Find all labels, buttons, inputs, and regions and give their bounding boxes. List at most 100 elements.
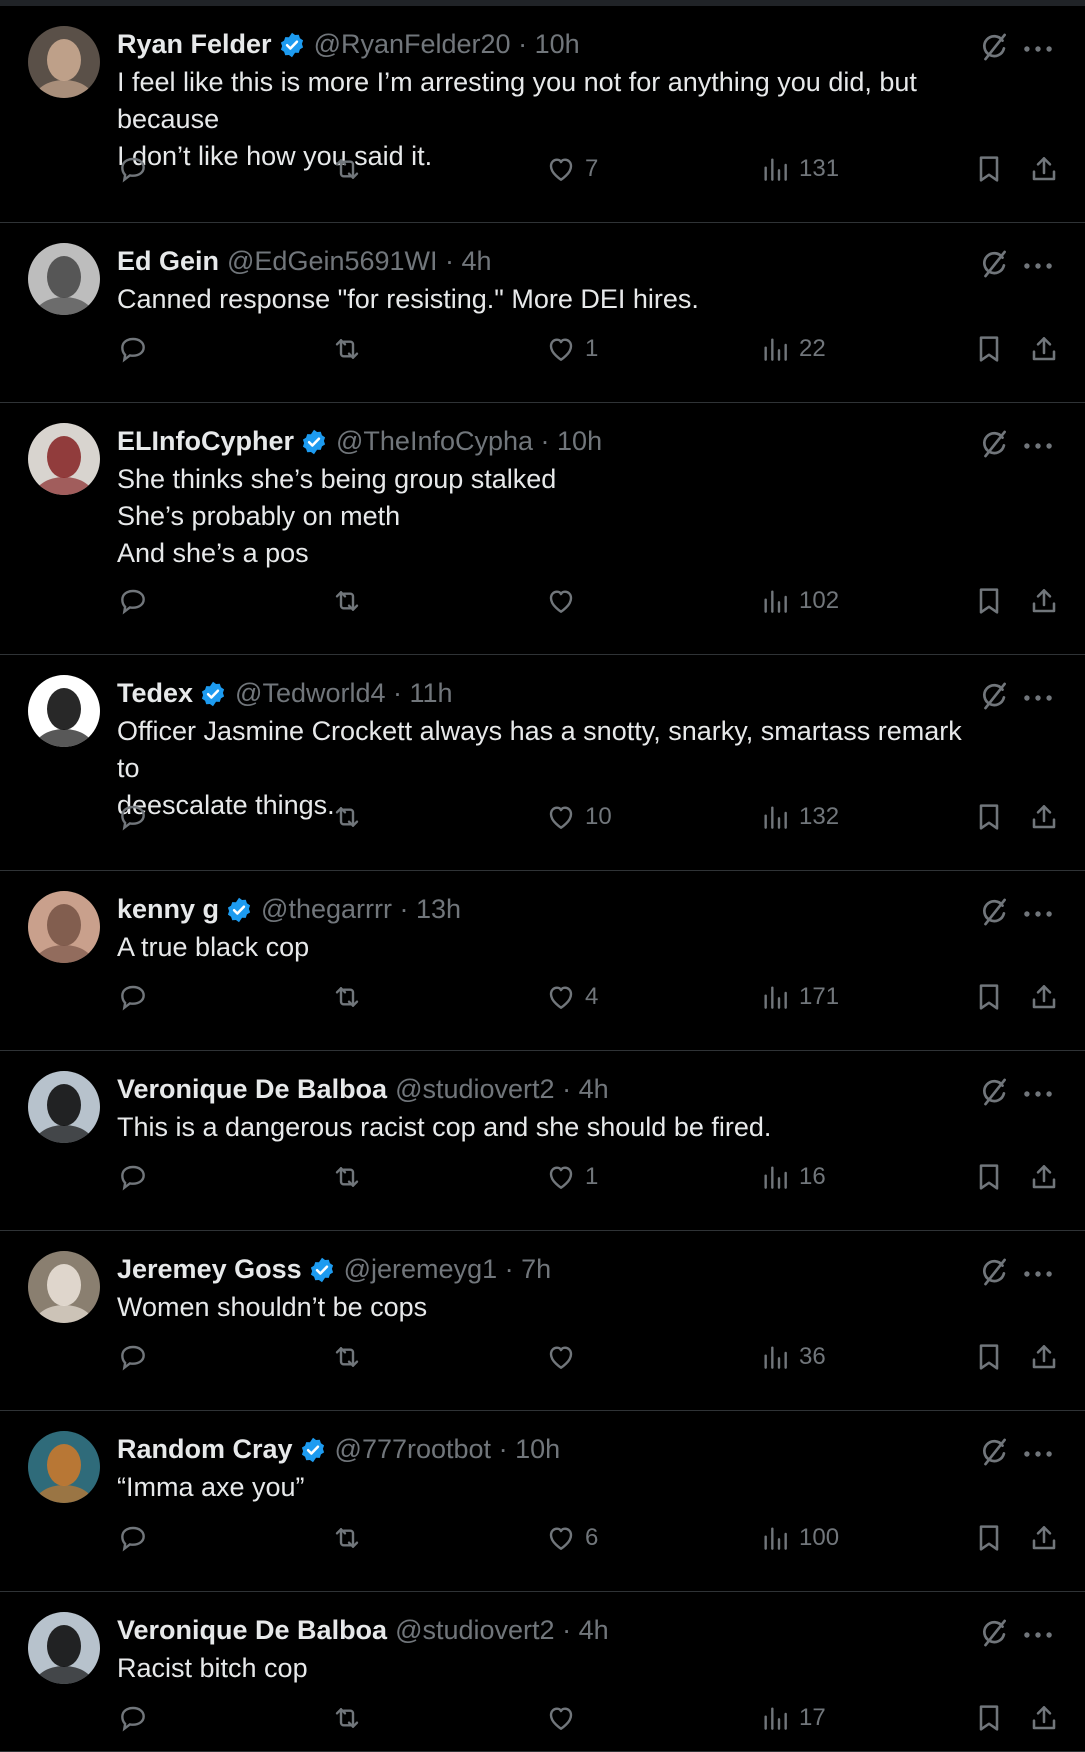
views-button[interactable]: 131: [759, 149, 839, 189]
reply-tweet[interactable]: ELInfoCypher @TheInfoCypha · 10h She think…: [0, 403, 1085, 655]
reply-button[interactable]: [117, 581, 149, 621]
bookmark-button[interactable]: [973, 1698, 1005, 1738]
bookmark-button[interactable]: [973, 1157, 1005, 1197]
display-name[interactable]: Veronique De Balboa: [117, 1615, 387, 1645]
more-icon[interactable]: [1019, 427, 1057, 461]
avatar[interactable]: [28, 423, 100, 495]
like-button[interactable]: [545, 581, 577, 621]
verified-badge-icon[interactable]: [299, 1436, 327, 1464]
retweet-button[interactable]: [331, 1337, 363, 1377]
user-handle[interactable]: @thegarrrr: [261, 894, 392, 924]
timestamp[interactable]: 10h: [535, 29, 580, 59]
like-button[interactable]: 1: [545, 1157, 598, 1197]
timestamp[interactable]: 4h: [462, 246, 492, 276]
user-handle[interactable]: @RyanFelder20: [314, 29, 511, 59]
more-icon[interactable]: [1019, 1435, 1057, 1469]
reply-button[interactable]: [117, 149, 149, 189]
timestamp[interactable]: 11h: [410, 678, 453, 708]
user-handle[interactable]: @studiovert2: [395, 1074, 554, 1104]
bookmark-button[interactable]: [973, 329, 1005, 369]
retweet-button[interactable]: [331, 329, 363, 369]
share-button[interactable]: [1028, 977, 1060, 1017]
reply-tweet[interactable]: kenny g @thegarrrr · 13h A true black cop 4…: [0, 871, 1085, 1051]
timestamp[interactable]: 4h: [579, 1615, 609, 1645]
reply-button[interactable]: [117, 1518, 149, 1558]
timestamp[interactable]: 10h: [515, 1434, 560, 1464]
reply-button[interactable]: [117, 1337, 149, 1377]
like-button[interactable]: 7: [545, 149, 598, 189]
share-button[interactable]: [1028, 797, 1060, 837]
more-icon[interactable]: [1019, 247, 1057, 281]
avatar[interactable]: [28, 243, 100, 315]
share-button[interactable]: [1028, 1157, 1060, 1197]
more-icon[interactable]: [1019, 1255, 1057, 1289]
like-button[interactable]: [545, 1337, 577, 1377]
share-button[interactable]: [1028, 1518, 1060, 1558]
grok-icon[interactable]: [977, 1255, 1011, 1289]
views-button[interactable]: 36: [759, 1337, 826, 1377]
reply-button[interactable]: [117, 1698, 149, 1738]
views-button[interactable]: 102: [759, 581, 839, 621]
grok-icon[interactable]: [977, 1075, 1011, 1109]
bookmark-button[interactable]: [973, 149, 1005, 189]
like-button[interactable]: 10: [545, 797, 612, 837]
avatar[interactable]: [28, 1251, 100, 1323]
views-button[interactable]: 16: [759, 1157, 826, 1197]
views-button[interactable]: 17: [759, 1698, 826, 1738]
avatar[interactable]: [28, 675, 100, 747]
verified-badge-icon[interactable]: [225, 896, 253, 924]
display-name[interactable]: Jeremey Goss: [117, 1254, 302, 1284]
display-name[interactable]: ELInfoCypher: [117, 426, 294, 456]
views-button[interactable]: 132: [759, 797, 839, 837]
user-handle[interactable]: @studiovert2: [395, 1615, 554, 1645]
display-name[interactable]: Random Cray: [117, 1434, 293, 1464]
retweet-button[interactable]: [331, 581, 363, 621]
display-name[interactable]: Tedex: [117, 678, 193, 708]
user-handle[interactable]: @TheInfoCypha: [336, 426, 533, 456]
user-handle[interactable]: @777rootbot: [335, 1434, 492, 1464]
grok-icon[interactable]: [977, 679, 1011, 713]
reply-tweet[interactable]: Tedex @Tedworld4 · 11h Officer Jasmine Cro…: [0, 655, 1085, 871]
display-name[interactable]: Ryan Felder: [117, 29, 272, 59]
display-name[interactable]: Veronique De Balboa: [117, 1074, 387, 1104]
bookmark-button[interactable]: [973, 581, 1005, 621]
grok-icon[interactable]: [977, 1435, 1011, 1469]
views-button[interactable]: 100: [759, 1518, 839, 1558]
display-name[interactable]: kenny g: [117, 894, 219, 924]
timestamp[interactable]: 10h: [557, 426, 602, 456]
like-button[interactable]: 1: [545, 329, 598, 369]
display-name[interactable]: Ed Gein: [117, 246, 219, 276]
views-button[interactable]: 22: [759, 329, 826, 369]
timestamp[interactable]: 13h: [416, 894, 461, 924]
bookmark-button[interactable]: [973, 797, 1005, 837]
avatar[interactable]: [28, 1431, 100, 1503]
reply-button[interactable]: [117, 977, 149, 1017]
timestamp[interactable]: 4h: [579, 1074, 609, 1104]
user-handle[interactable]: @Tedworld4: [235, 678, 385, 708]
user-handle[interactable]: @jeremeyg1: [344, 1254, 497, 1284]
user-handle[interactable]: @EdGein5691WI: [227, 246, 438, 276]
reply-tweet[interactable]: Ryan Felder @RyanFelder20 · 10h I feel lik…: [0, 6, 1085, 223]
like-button[interactable]: 4: [545, 977, 598, 1017]
avatar[interactable]: [28, 1071, 100, 1143]
reply-tweet[interactable]: Random Cray @777rootbot · 10h “Imma axe yo…: [0, 1411, 1085, 1592]
more-icon[interactable]: [1019, 30, 1057, 64]
share-button[interactable]: [1028, 1698, 1060, 1738]
avatar[interactable]: [28, 26, 100, 98]
grok-icon[interactable]: [977, 247, 1011, 281]
reply-tweet[interactable]: Jeremey Goss @jeremeyg1 · 7h Women shouldn…: [0, 1231, 1085, 1411]
more-icon[interactable]: [1019, 1616, 1057, 1650]
verified-badge-icon[interactable]: [199, 680, 227, 708]
reply-tweet[interactable]: Veronique De Balboa @studiovert2 · 4h This…: [0, 1051, 1085, 1231]
avatar[interactable]: [28, 891, 100, 963]
reply-button[interactable]: [117, 1157, 149, 1197]
verified-badge-icon[interactable]: [278, 31, 306, 59]
share-button[interactable]: [1028, 1337, 1060, 1377]
reply-button[interactable]: [117, 797, 149, 837]
verified-badge-icon[interactable]: [308, 1256, 336, 1284]
retweet-button[interactable]: [331, 1698, 363, 1738]
grok-icon[interactable]: [977, 427, 1011, 461]
bookmark-button[interactable]: [973, 1337, 1005, 1377]
retweet-button[interactable]: [331, 1518, 363, 1558]
more-icon[interactable]: [1019, 895, 1057, 929]
